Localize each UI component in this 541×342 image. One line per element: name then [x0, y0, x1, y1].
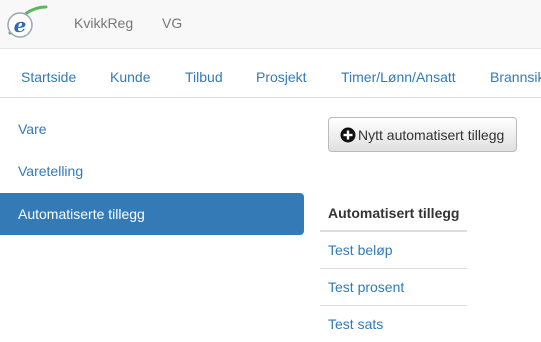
table-header: Automatisert tillegg: [320, 194, 467, 232]
table-row: Test prosent: [320, 269, 467, 306]
svg-text:e: e: [14, 13, 27, 37]
plus-circle-icon: [340, 127, 356, 143]
nav-prosjekt[interactable]: Prosjekt: [256, 69, 307, 85]
nav-timer-lonn-ansatt[interactable]: Timer/Lønn/Ansatt: [341, 69, 456, 85]
sidebar-item-varetelling[interactable]: Varetelling: [0, 163, 83, 179]
row-link-test-sats[interactable]: Test sats: [328, 316, 383, 332]
sidebar-item-automatiserte-tillegg[interactable]: Automatiserte tillegg: [0, 193, 304, 235]
table-row: Test beløp: [320, 232, 467, 269]
table-row: Test sats: [320, 306, 467, 342]
nav-brannsikring[interactable]: Brannsik: [490, 69, 541, 85]
nav-tilbud[interactable]: Tilbud: [185, 69, 223, 85]
app-name-link[interactable]: KvikkReg: [74, 15, 133, 31]
user-link[interactable]: VG: [162, 15, 182, 31]
add-button-label: Nytt automatisert tillegg: [358, 126, 505, 143]
add-automatisert-tillegg-button[interactable]: Nytt automatisert tillegg: [328, 117, 517, 152]
main-navigation: Startside Kunde Tilbud Prosjekt Timer/Lø…: [0, 49, 541, 98]
nav-startside[interactable]: Startside: [21, 69, 76, 85]
row-link-test-prosent[interactable]: Test prosent: [328, 279, 404, 295]
nav-kunde[interactable]: Kunde: [110, 69, 150, 85]
top-navbar: e KvikkReg VG: [0, 0, 541, 49]
app-logo-icon[interactable]: e: [4, 3, 48, 43]
sidebar-item-vare[interactable]: Vare: [0, 121, 47, 137]
row-link-test-belop[interactable]: Test beløp: [328, 242, 393, 258]
tillegg-table: Automatisert tillegg Test beløp Test pro…: [320, 194, 467, 342]
